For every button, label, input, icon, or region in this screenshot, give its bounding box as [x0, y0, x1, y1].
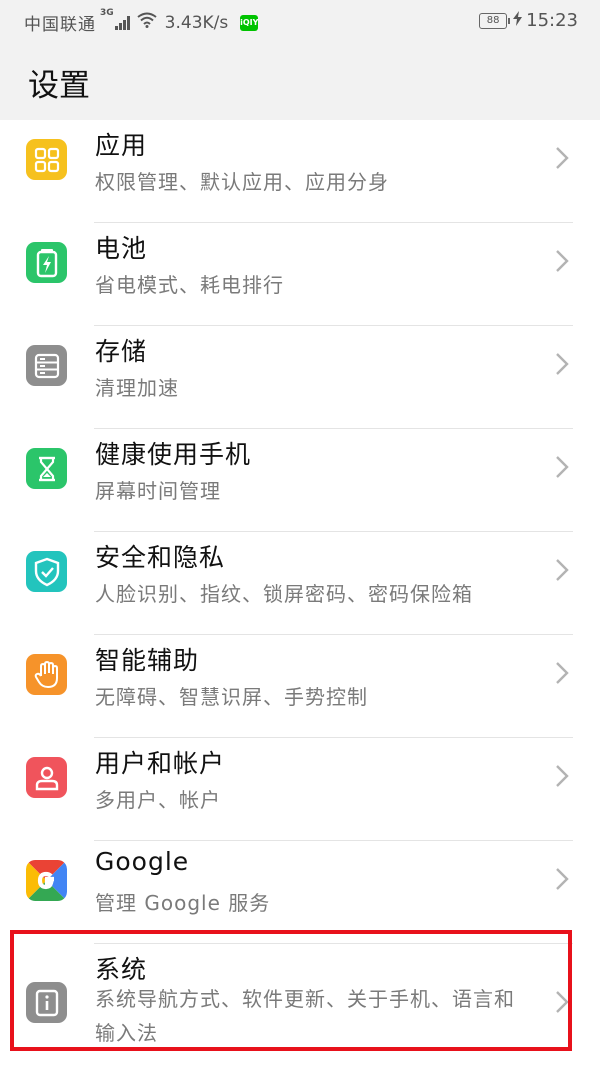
- apps-icon: [26, 139, 67, 180]
- chevron-right-icon: [555, 249, 569, 277]
- item-subtitle: 无障碍、智慧识屏、手势控制: [95, 685, 368, 709]
- item-subtitle: 省电模式、耗电排行: [95, 273, 284, 297]
- chevron-right-icon: [555, 558, 569, 586]
- page-title: 设置: [28, 68, 90, 104]
- hourglass-icon: [26, 448, 67, 489]
- header: 设置: [0, 40, 600, 120]
- shield-icon: [26, 551, 67, 592]
- settings-item-battery[interactable]: 电池 省电模式、耗电排行: [0, 223, 600, 326]
- item-subtitle: 多用户、帐户: [95, 788, 221, 812]
- settings-item-users-accounts[interactable]: 用户和帐户 多用户、帐户: [0, 738, 600, 841]
- settings-item-google[interactable]: Google 管理 Google 服务: [0, 841, 600, 944]
- item-title: 健康使用手机: [95, 440, 252, 469]
- item-title: 电池: [95, 234, 148, 263]
- item-subtitle: 清理加速: [95, 376, 179, 400]
- hand-icon: [26, 654, 67, 695]
- google-icon: [26, 860, 67, 901]
- user-icon: [26, 757, 67, 798]
- chevron-right-icon: [555, 764, 569, 792]
- wifi-icon: [137, 12, 157, 33]
- chevron-right-icon: [555, 352, 569, 380]
- item-title: 智能辅助: [95, 646, 200, 675]
- chevron-right-icon: [555, 867, 569, 895]
- item-title: 存储: [95, 337, 148, 366]
- clock: 15:23: [526, 10, 578, 31]
- settings-item-smart-assistance[interactable]: 智能辅助 无障碍、智慧识屏、手势控制: [0, 635, 600, 738]
- charging-icon: [513, 10, 523, 31]
- network-type: 3G: [100, 8, 114, 18]
- carrier-name: 中国联通: [24, 15, 96, 35]
- item-title: 应用: [95, 131, 148, 160]
- item-subtitle: 人脸识别、指纹、锁屏密码、密码保险箱: [95, 582, 473, 606]
- item-subtitle: 屏幕时间管理: [95, 479, 221, 503]
- settings-item-digital-balance[interactable]: 健康使用手机 屏幕时间管理: [0, 429, 600, 532]
- iqiyi-notification-icon: iQIY: [240, 14, 258, 31]
- settings-item-security-privacy[interactable]: 安全和隐私 人脸识别、指纹、锁屏密码、密码保险箱: [0, 532, 600, 635]
- item-title: 用户和帐户: [95, 749, 226, 778]
- item-subtitle: 权限管理、默认应用、应用分身: [95, 170, 389, 194]
- chevron-right-icon: [555, 455, 569, 483]
- settings-item-storage[interactable]: 存储 清理加速: [0, 326, 600, 429]
- network-speed: 3.43K/s: [164, 12, 229, 33]
- item-subtitle: 管理 Google 服务: [95, 891, 271, 915]
- status-bar: 中国联通 3G 3.43K/s iQIY 88 15:23: [0, 0, 600, 40]
- storage-icon: [26, 345, 67, 386]
- battery-icon: [26, 242, 67, 283]
- item-title: Google: [95, 847, 190, 876]
- settings-item-apps[interactable]: 应用 权限管理、默认应用、应用分身: [0, 120, 600, 223]
- signal-icon: [114, 15, 131, 30]
- chevron-right-icon: [555, 146, 569, 174]
- chevron-right-icon: [555, 661, 569, 689]
- highlight-box: [10, 930, 572, 1051]
- battery-level: 88: [479, 12, 511, 29]
- item-title: 安全和隐私: [95, 543, 226, 572]
